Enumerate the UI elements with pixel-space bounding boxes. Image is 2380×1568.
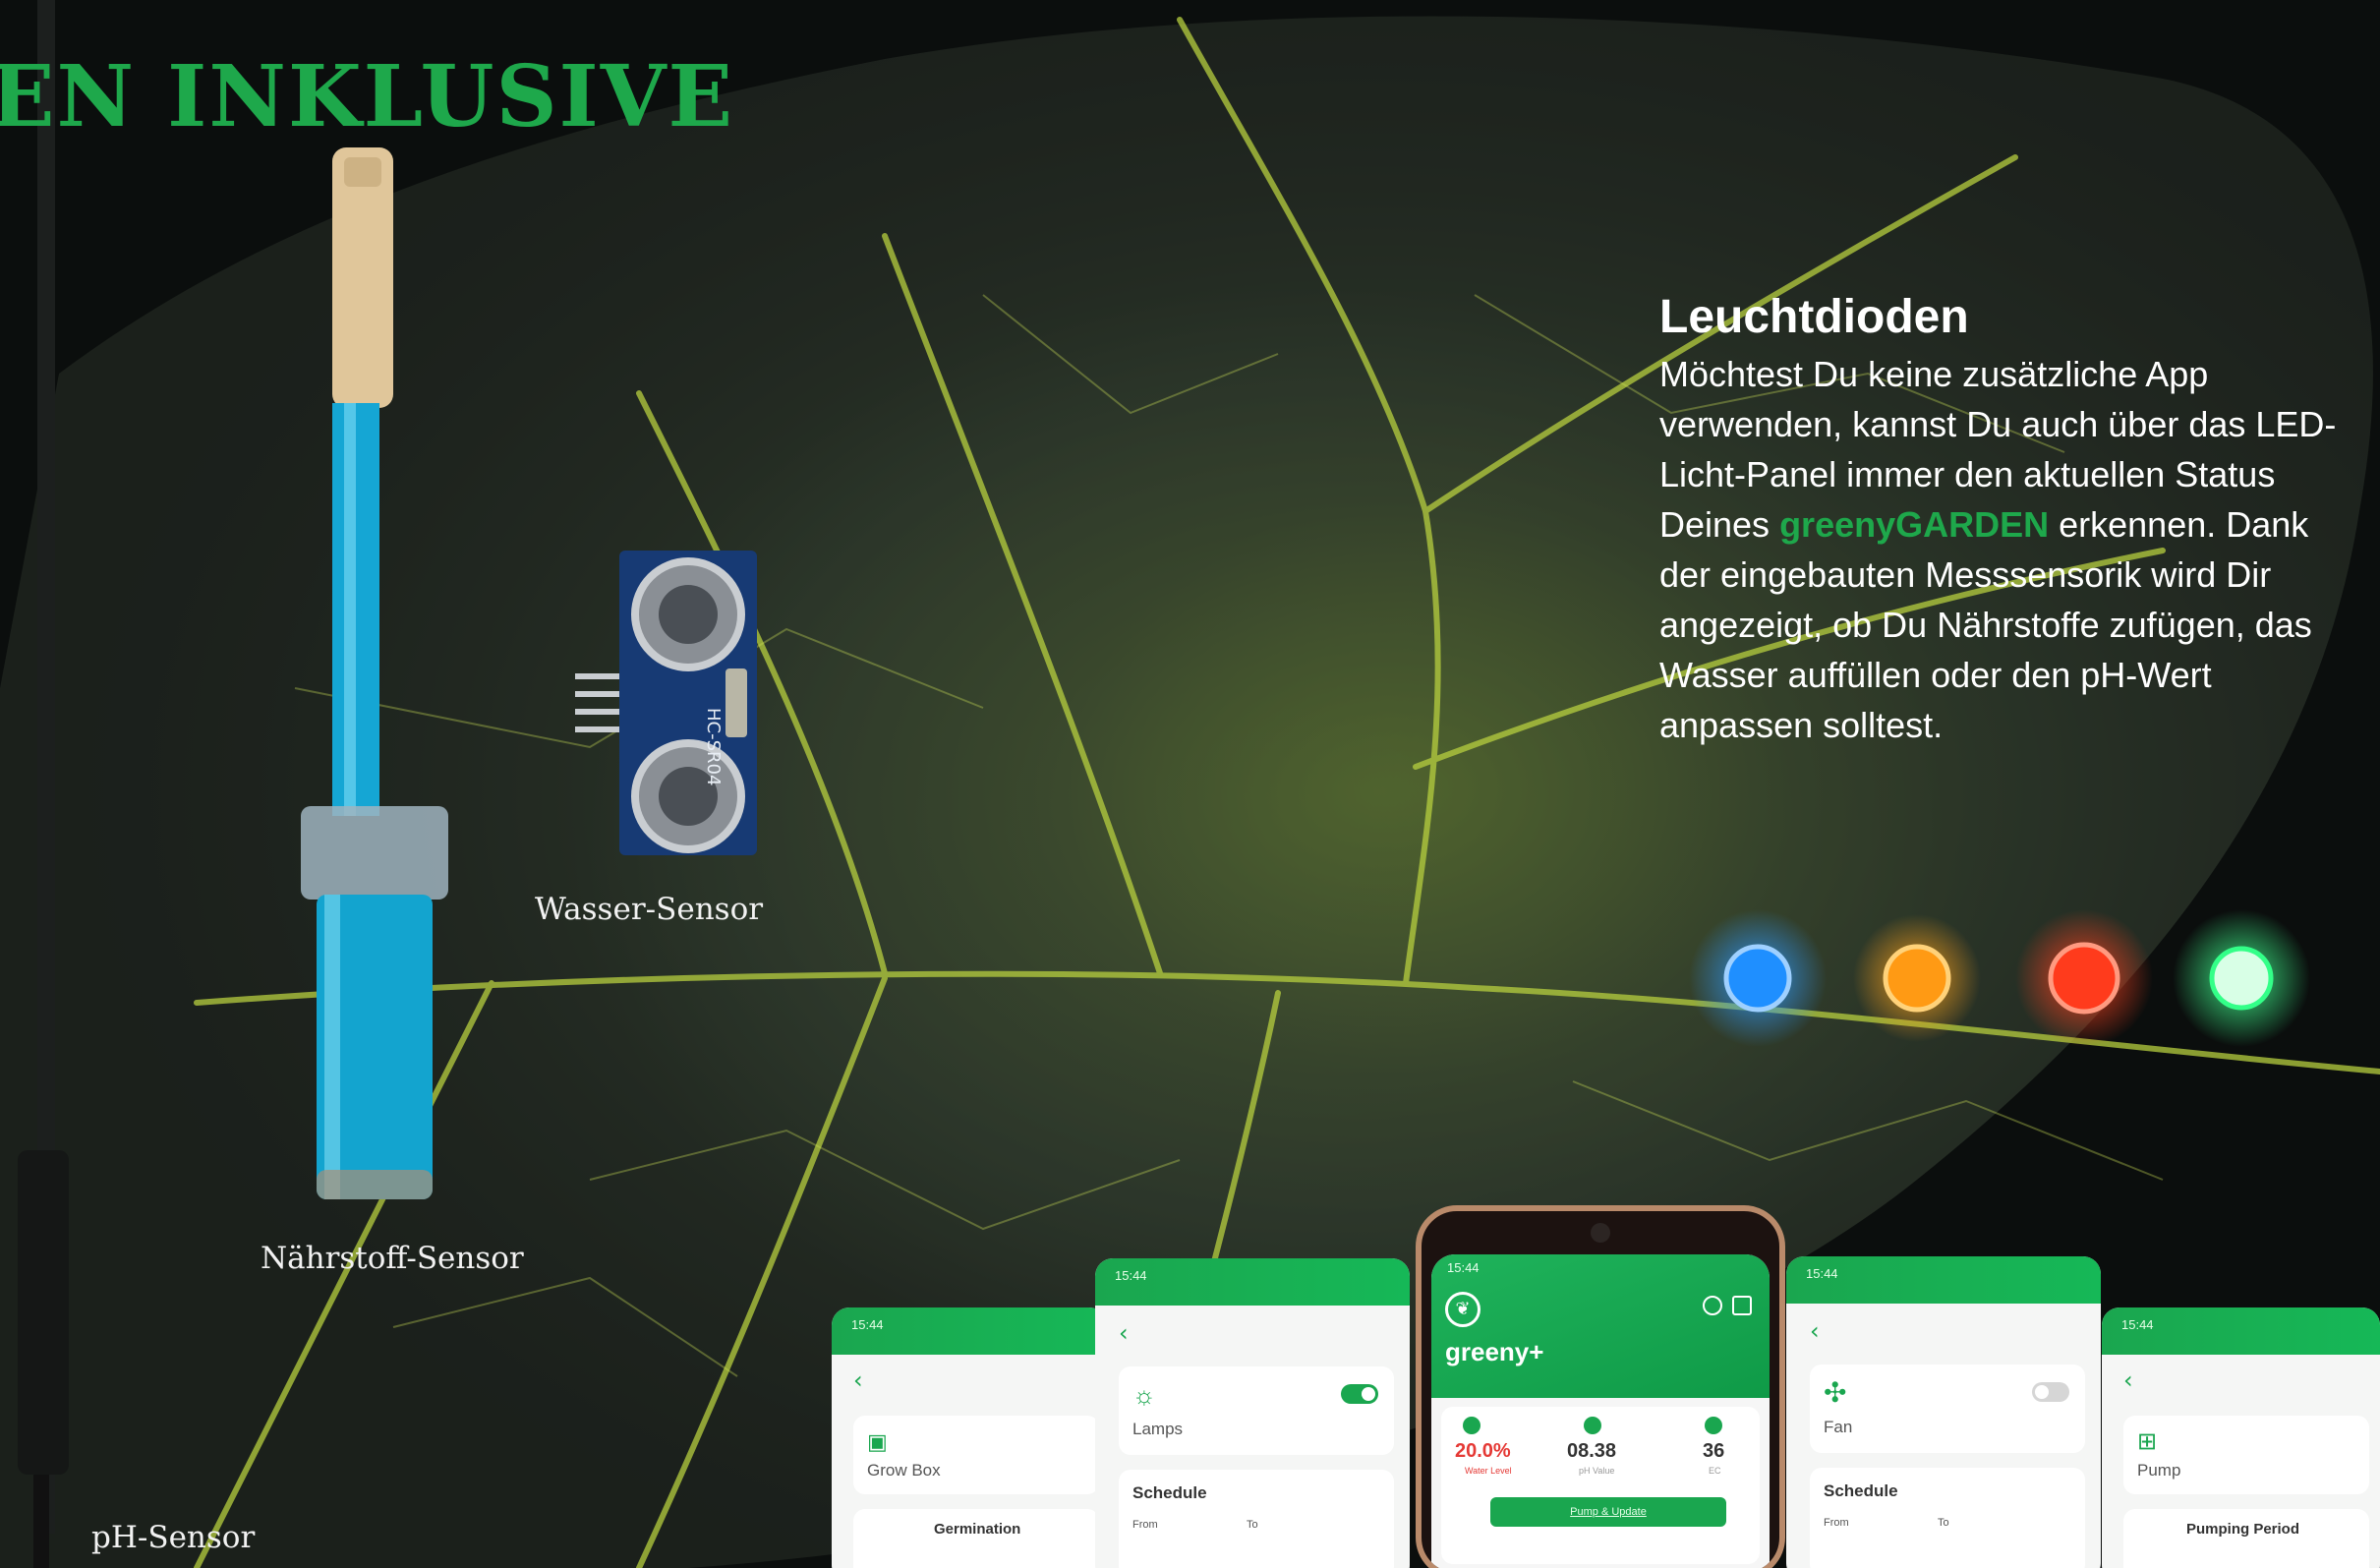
sun-icon: ☼: [1132, 1380, 1156, 1410]
pump-icon: ⊞: [2137, 1428, 2158, 1455]
growbox-card[interactable]: ▣ Grow Box: [853, 1416, 1099, 1494]
lamps-toggle[interactable]: [1341, 1384, 1378, 1404]
app-name: greeny+: [1445, 1337, 1544, 1366]
from-label: From: [1824, 1517, 1849, 1529]
led-info-text: Möchtest Du keine zusätzliche App verwen…: [1659, 349, 2348, 750]
app-screen-growbox: 15:44 ‹ ▣ Grow Box Germination: [832, 1307, 1107, 1568]
headline: EN INKLUSIVE: [0, 47, 735, 146]
leaf-logo-icon: ❦: [1445, 1292, 1480, 1327]
nutrient-sensor-label: Nährstoff-Sensor: [261, 1241, 524, 1276]
metrics-card: 20.0% Water Level 08.38 pH Value 36 EC P…: [1441, 1407, 1760, 1564]
ph-sensor-label: pH-Sensor: [91, 1520, 256, 1555]
from-label: From: [1132, 1519, 1158, 1531]
fan-schedule-card: Schedule From To: [1810, 1468, 2085, 1568]
fan-label: Fan: [1824, 1418, 1853, 1436]
status-time: 15:44: [1806, 1266, 1838, 1281]
app-screen-pump: 15:44 ‹ ⊞ Pump Pumping Period: [2102, 1307, 2380, 1568]
fan-card[interactable]: ✣ Fan: [1810, 1365, 2085, 1453]
growbox-label: Grow Box: [867, 1461, 941, 1480]
pump-card[interactable]: ⊞ Pump: [2123, 1416, 2369, 1494]
lamps-label: Lamps: [1132, 1420, 1184, 1438]
water-sensor-label: Wasser-Sensor: [535, 892, 764, 927]
ec-icon: [1705, 1417, 1722, 1434]
camera-notch: [1591, 1223, 1610, 1243]
app-screen-fan: 15:44 ‹ ✣ Fan Schedule From To: [1786, 1256, 2101, 1568]
fan-toggle[interactable]: [2032, 1382, 2069, 1402]
led-red: [2048, 942, 2120, 1015]
status-time: 15:44: [851, 1317, 884, 1332]
pumping-period-card: Pumping Period: [2123, 1509, 2369, 1568]
ad-stage: HC-SR04 EN INKLUSIVE Wasser-Sensor Nährs…: [0, 0, 2380, 1568]
phone-screen: 15:44 ❦ greeny+ 20.0% Water Level 08.38 …: [1431, 1254, 1770, 1568]
pump-update-button[interactable]: Pump & Update: [1490, 1497, 1726, 1527]
water-level-icon: [1463, 1417, 1480, 1434]
back-arrow-icon[interactable]: ‹: [2123, 1366, 2133, 1394]
ec-value: 36: [1703, 1440, 1725, 1462]
app-header: 15:44 ❦ greeny+: [1431, 1254, 1770, 1398]
logout-icon[interactable]: [1732, 1296, 1752, 1315]
water-level-value: 20.0%: [1455, 1440, 1511, 1462]
status-bar: 15:44: [2102, 1307, 2380, 1355]
status-bar: 15:44: [832, 1307, 1107, 1355]
germination-label: Germination: [934, 1521, 1021, 1538]
status-time: 15:44: [2121, 1317, 2154, 1332]
germination-card[interactable]: Germination: [853, 1509, 1099, 1568]
settings-icon[interactable]: [1703, 1296, 1722, 1315]
status-time: 15:44: [1447, 1260, 1480, 1275]
led-green: [2209, 946, 2274, 1011]
pump-label: Pump: [2137, 1461, 2181, 1480]
back-arrow-icon[interactable]: ‹: [1810, 1317, 1820, 1345]
fan-icon: ✣: [1824, 1377, 1847, 1408]
ec-label: EC: [1709, 1466, 1721, 1476]
status-time: 15:44: [1115, 1268, 1147, 1283]
schedule-label: Schedule: [1824, 1481, 1898, 1500]
ph-icon: [1584, 1417, 1601, 1434]
led-info-title: Leuchtdioden: [1659, 291, 1969, 343]
back-arrow-icon[interactable]: ‹: [1119, 1319, 1129, 1347]
led-info-block: Leuchtdioden Möchtest Du keine zusätzlic…: [1659, 288, 2348, 750]
led-blue: [1723, 944, 1792, 1013]
brand-name: greenyGARDEN: [1779, 504, 2050, 545]
back-arrow-icon[interactable]: ‹: [853, 1366, 863, 1394]
to-label: To: [1938, 1517, 1949, 1529]
growbox-icon: ▣: [867, 1429, 888, 1454]
app-screen-lamps: 15:44 ‹ ☼ Lamps Schedule From To: [1095, 1258, 1410, 1568]
status-bar: 15:44: [1786, 1256, 2101, 1304]
to-label: To: [1247, 1519, 1258, 1531]
ph-label: pH Value: [1579, 1466, 1615, 1476]
phone-main: 15:44 ❦ greeny+ 20.0% Water Level 08.38 …: [1416, 1205, 1785, 1568]
pumping-period-label: Pumping Period: [2186, 1521, 2300, 1538]
water-level-label: Water Level: [1465, 1466, 1512, 1476]
lamps-card[interactable]: ☼ Lamps: [1119, 1366, 1394, 1455]
status-bar: 15:44: [1095, 1258, 1410, 1306]
lamps-schedule-card: Schedule From To: [1119, 1470, 1394, 1568]
led-orange: [1883, 944, 1951, 1013]
ph-value: 08.38: [1567, 1440, 1617, 1462]
svg-text:HC-SR04: HC-SR04: [703, 708, 724, 785]
schedule-label: Schedule: [1132, 1483, 1207, 1502]
